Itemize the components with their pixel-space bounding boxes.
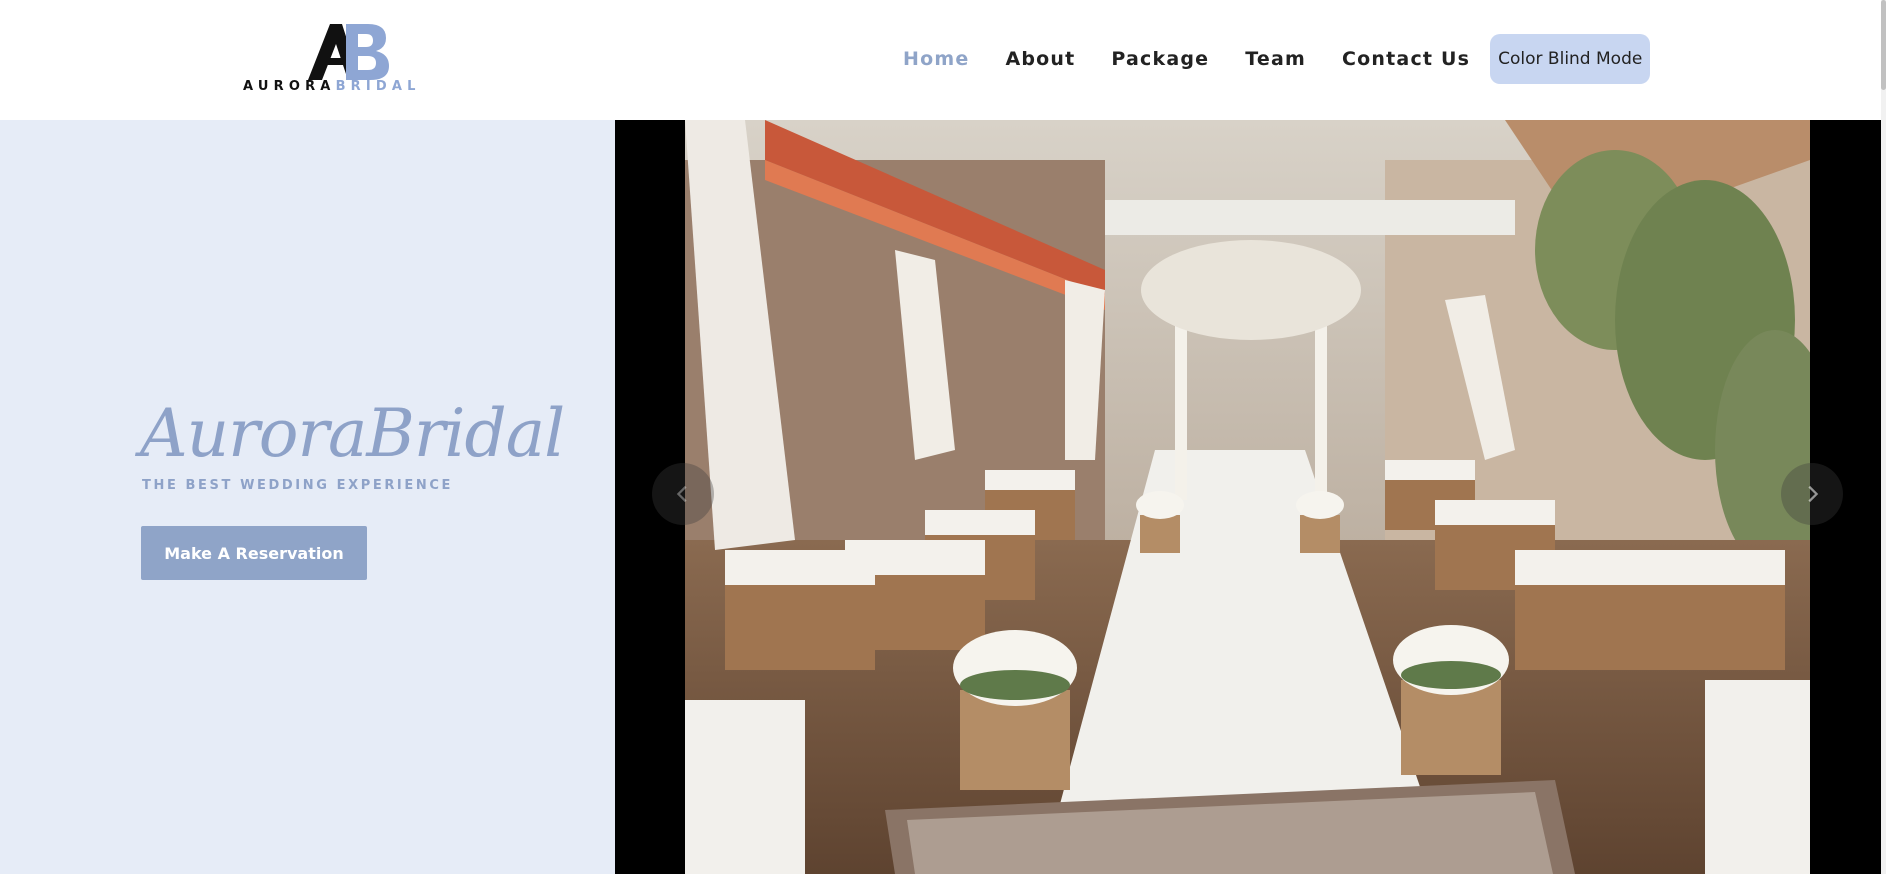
slider-prev-button[interactable]	[652, 463, 714, 525]
slider-next-button[interactable]	[1781, 463, 1843, 525]
site-header: AURORABRIDAL Home About Package Team Con…	[0, 0, 1881, 120]
nav-package[interactable]: Package	[1111, 48, 1209, 70]
hero-title: AuroraBridal	[140, 395, 565, 472]
hero-panel: AuroraBridal THE BEST WEDDING EXPERIENCE…	[0, 120, 615, 874]
make-reservation-button[interactable]: Make A Reservation	[141, 526, 367, 580]
hero-slider	[615, 120, 1881, 874]
nav-team[interactable]: Team	[1245, 48, 1306, 70]
nav-contact-us[interactable]: Contact Us	[1342, 48, 1470, 70]
aurora-bridal-logo[interactable]: AURORABRIDAL	[243, 22, 448, 97]
logo-word-bridal: BRIDAL	[335, 79, 421, 94]
nav-home[interactable]: Home	[903, 48, 969, 70]
ab-monogram-icon	[308, 24, 389, 80]
color-blind-mode-button[interactable]: Color Blind Mode	[1490, 34, 1651, 84]
logo-word-aurora: AURORA	[243, 79, 336, 94]
logo-wordmark: AURORABRIDAL	[243, 79, 448, 94]
scrollbar-thumb[interactable]	[1881, 0, 1886, 90]
chevron-right-icon	[1808, 485, 1819, 503]
nav-about[interactable]: About	[1005, 48, 1075, 70]
main-nav: Home About Package Team Contact Us Color…	[885, 34, 1651, 84]
wedding-ceremony-image	[685, 120, 1810, 874]
page-scrollbar[interactable]	[1881, 0, 1886, 874]
hero-subtitle: THE BEST WEDDING EXPERIENCE	[142, 478, 453, 493]
chevron-left-icon	[676, 485, 687, 503]
